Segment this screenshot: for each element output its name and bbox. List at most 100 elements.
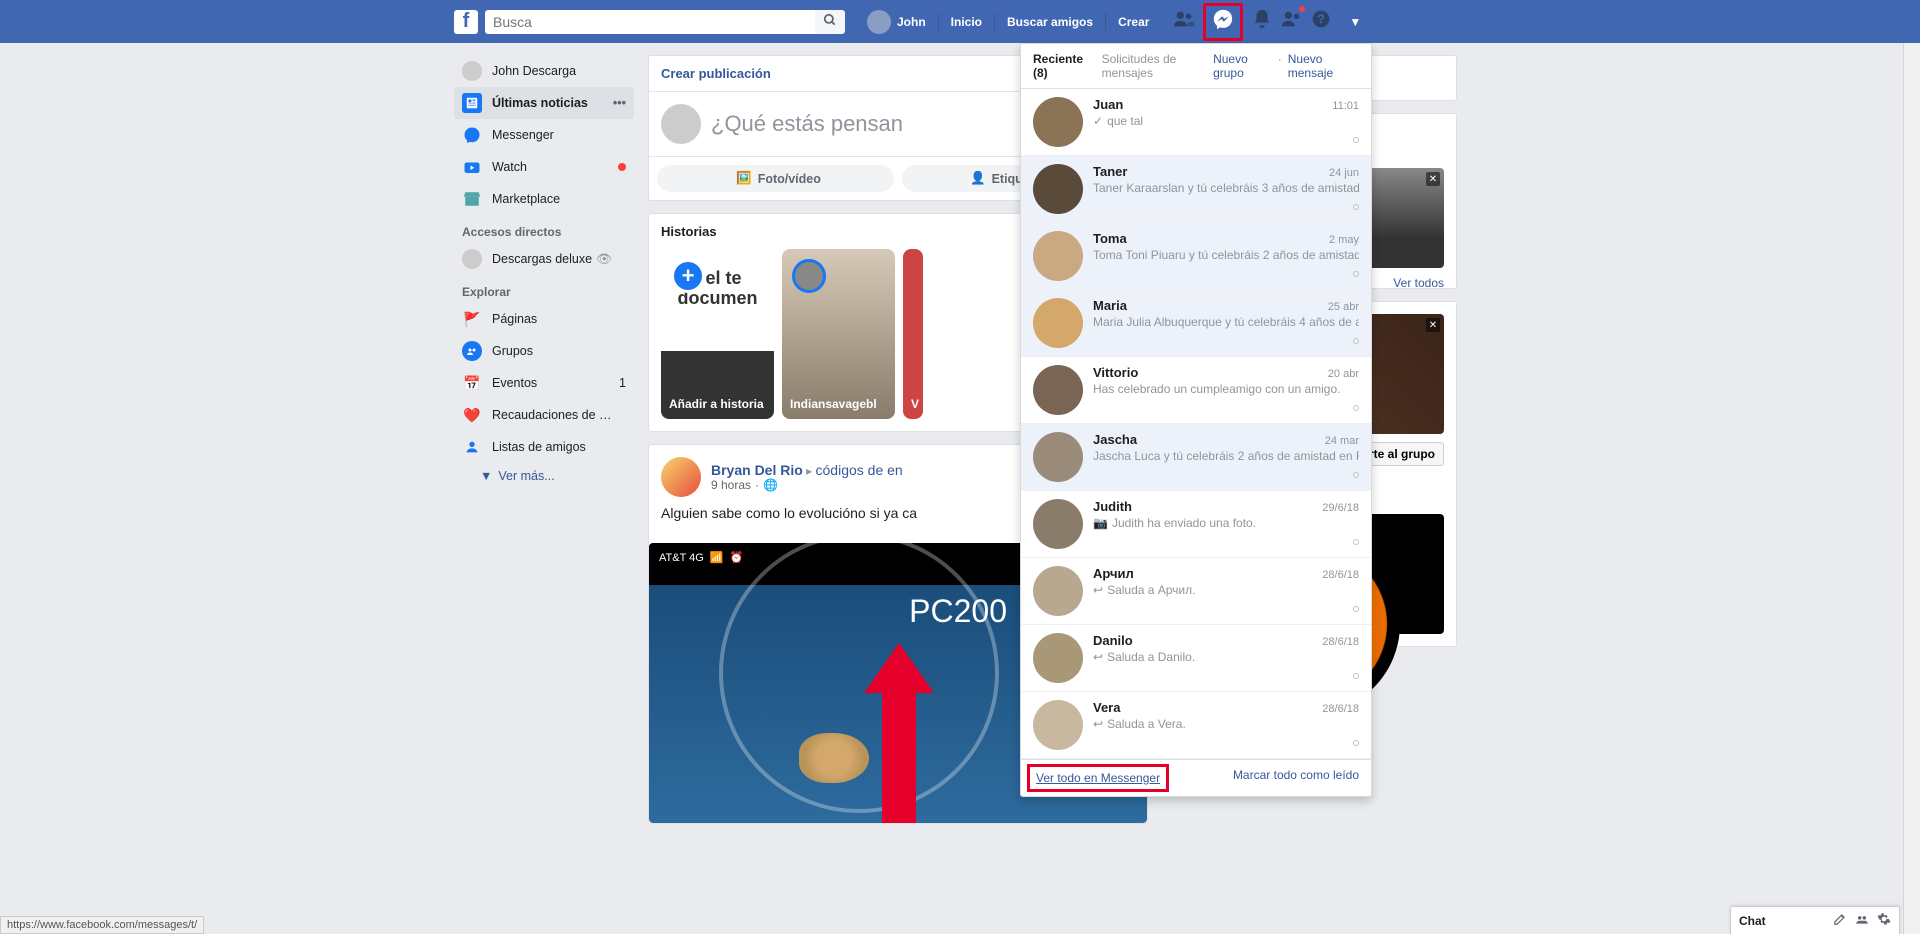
sidebar-shortcut-1[interactable]: Descargas deluxe 👁 bbox=[454, 243, 634, 275]
left-sidebar: John Descarga Últimas noticias ••• Messe… bbox=[454, 43, 634, 824]
notifications-icon[interactable] bbox=[1251, 8, 1273, 36]
conversation-avatar bbox=[1033, 97, 1083, 147]
sidebar-newsfeed[interactable]: Últimas noticias ••• bbox=[454, 87, 634, 119]
close-icon[interactable]: ✕ bbox=[1426, 172, 1440, 186]
home-link[interactable]: Inicio bbox=[941, 15, 992, 29]
messenger-dropdown: Reciente (8) Solicitudes de mensajes Nue… bbox=[1020, 43, 1372, 797]
messenger-item[interactable]: Maria 25 abr Maria Julia Albuquerque y t… bbox=[1021, 290, 1371, 357]
newsfeed-options-icon[interactable]: ••• bbox=[613, 96, 626, 110]
recent-tab[interactable]: Reciente (8) bbox=[1033, 52, 1092, 80]
events-icon: 📅 bbox=[462, 373, 482, 393]
search-button[interactable] bbox=[815, 10, 845, 34]
post-time: 9 horas bbox=[711, 478, 751, 492]
chat-label: Chat bbox=[1739, 914, 1766, 928]
triangle-icon: ▸ bbox=[806, 464, 815, 478]
post-group[interactable]: códigos de en bbox=[816, 462, 903, 478]
messenger-item[interactable]: Jascha 24 mar Jascha Luca y tú celebráis… bbox=[1021, 424, 1371, 491]
see-more-link[interactable]: ▼Ver más... bbox=[454, 463, 634, 489]
sidebar-events[interactable]: 📅 Eventos 1 bbox=[454, 367, 634, 399]
add-story[interactable]: r el te documen + Añadir a historia bbox=[661, 249, 774, 419]
tag-icon: 👤 bbox=[970, 171, 986, 186]
conversation-snippet: 📷 Judith ha enviado una foto. bbox=[1093, 516, 1359, 530]
top-navigation-bar: f John Inicio Buscar amigos Crear bbox=[0, 0, 1920, 43]
new-message-link[interactable]: Nuevo mensaje bbox=[1288, 52, 1359, 80]
composer-input[interactable]: ¿Qué estás pensan bbox=[711, 111, 903, 137]
unread-indicator bbox=[1353, 740, 1359, 746]
chat-dock[interactable]: Chat bbox=[1730, 906, 1900, 934]
profile-name: John Descarga bbox=[492, 64, 576, 78]
sidebar-marketplace[interactable]: Marketplace bbox=[454, 183, 634, 215]
conversation-snippet: Maria Julia Albuquerque y tú celebráis 4… bbox=[1093, 315, 1359, 329]
see-all-link[interactable]: Ver todos bbox=[1393, 276, 1444, 290]
account-dropdown-arrow[interactable]: ▼ bbox=[1349, 15, 1361, 29]
sidebar-profile[interactable]: John Descarga bbox=[454, 55, 634, 87]
fundraisers-label: Recaudaciones de … bbox=[492, 408, 612, 422]
messenger-item[interactable]: Juan 11:01 ✓ que tal bbox=[1021, 89, 1371, 156]
newsfeed-label: Últimas noticias bbox=[492, 96, 588, 110]
events-label: Eventos bbox=[492, 376, 537, 390]
messenger-item[interactable]: Арчил 28/6/18 ↩ Saluda a Арчил. bbox=[1021, 558, 1371, 625]
photo-icon: 📷 bbox=[1093, 516, 1108, 530]
add-story-label: Añadir a historia bbox=[669, 397, 766, 411]
conversation-snippet: Taner Karaarslan y tú celebráis 3 años d… bbox=[1093, 181, 1359, 195]
pokemon-sprite bbox=[799, 733, 869, 783]
group-chat-icon[interactable] bbox=[1855, 912, 1869, 929]
conversation-snippet: Toma Toni Piuaru y tú celebráis 2 años d… bbox=[1093, 248, 1359, 262]
conversation-time: 11:01 bbox=[1332, 100, 1359, 112]
post-avatar[interactable] bbox=[661, 457, 701, 497]
mark-all-read-link[interactable]: Marcar todo como leído bbox=[1233, 768, 1359, 788]
quick-help-icon[interactable] bbox=[1281, 8, 1303, 36]
svg-text:?: ? bbox=[1318, 13, 1325, 26]
gear-icon[interactable] bbox=[1877, 912, 1891, 929]
facebook-logo[interactable]: f bbox=[454, 10, 478, 34]
create-link[interactable]: Crear bbox=[1108, 15, 1159, 29]
messenger-list: Juan 11:01 ✓ que tal Taner 24 jun Taner … bbox=[1021, 89, 1371, 759]
story-avatar-ring bbox=[792, 259, 826, 293]
conversation-time: 25 abr bbox=[1328, 301, 1359, 313]
search-input[interactable] bbox=[485, 10, 815, 34]
story-item-2[interactable]: V bbox=[903, 249, 923, 419]
story-author: Indiansavagebl bbox=[790, 397, 887, 411]
requests-tab[interactable]: Solicitudes de mensajes bbox=[1102, 52, 1213, 80]
composer-avatar bbox=[661, 104, 701, 144]
sidebar-pages[interactable]: 🚩 Páginas bbox=[454, 303, 634, 335]
sidebar-messenger[interactable]: Messenger bbox=[454, 119, 634, 151]
photo-video-button[interactable]: 🖼️ Foto/vídeo bbox=[657, 165, 894, 192]
group-icon bbox=[462, 249, 482, 269]
messenger-item[interactable]: Judith 29/6/18 📷 Judith ha enviado una f… bbox=[1021, 491, 1371, 558]
post-author[interactable]: Bryan Del Rio bbox=[711, 462, 803, 478]
close-icon[interactable]: ✕ bbox=[1426, 318, 1440, 332]
messenger-icon[interactable] bbox=[1203, 3, 1243, 41]
conversation-snippet: ✓ que tal bbox=[1093, 114, 1359, 128]
conversation-name: Taner bbox=[1093, 164, 1127, 179]
story-item-1[interactable]: Indiansavagebl bbox=[782, 249, 895, 419]
conversation-avatar bbox=[1033, 432, 1083, 482]
search-icon bbox=[823, 13, 837, 27]
sidebar-groups[interactable]: Grupos bbox=[454, 335, 634, 367]
messenger-item[interactable]: Danilo 28/6/18 ↩ Saluda a Danilo. bbox=[1021, 625, 1371, 692]
friend-requests-icon[interactable] bbox=[1173, 8, 1195, 36]
conversation-time: 24 jun bbox=[1329, 167, 1359, 179]
profile-link[interactable]: John bbox=[857, 10, 936, 34]
conversation-name: Vittorio bbox=[1093, 365, 1138, 380]
sidebar-fundraisers[interactable]: ❤️ Recaudaciones de … bbox=[454, 399, 634, 431]
see-all-messenger-link[interactable]: Ver todo en Messenger bbox=[1036, 771, 1160, 785]
messenger-item[interactable]: Vera 28/6/18 ↩ Saluda a Vera. bbox=[1021, 692, 1371, 759]
new-group-link[interactable]: Nuevo grupo bbox=[1213, 52, 1272, 80]
messenger-item[interactable]: Vittorio 20 abr Has celebrado un cumplea… bbox=[1021, 357, 1371, 424]
messenger-sidebar-icon bbox=[462, 125, 482, 145]
browser-scrollbar[interactable]: ▲ bbox=[1903, 0, 1920, 934]
conversation-time: 29/6/18 bbox=[1322, 502, 1359, 514]
unread-indicator bbox=[1353, 539, 1359, 545]
conversation-time: 20 abr bbox=[1328, 368, 1359, 380]
messenger-item[interactable]: Toma 2 may Toma Toni Piuaru y tú celebrá… bbox=[1021, 223, 1371, 290]
help-icon[interactable]: ? bbox=[1311, 9, 1331, 35]
compose-icon[interactable] bbox=[1833, 912, 1847, 929]
sidebar-watch[interactable]: Watch bbox=[454, 151, 634, 183]
friend-lists-icon bbox=[462, 437, 482, 457]
find-friends-link[interactable]: Buscar amigos bbox=[997, 15, 1103, 29]
sidebar-friend-lists[interactable]: Listas de amigos bbox=[454, 431, 634, 463]
watch-icon bbox=[462, 157, 482, 177]
messenger-item[interactable]: Taner 24 jun Taner Karaarslan y tú celeb… bbox=[1021, 156, 1371, 223]
conversation-snippet: Jascha Luca y tú celebráis 2 años de ami… bbox=[1093, 449, 1359, 463]
